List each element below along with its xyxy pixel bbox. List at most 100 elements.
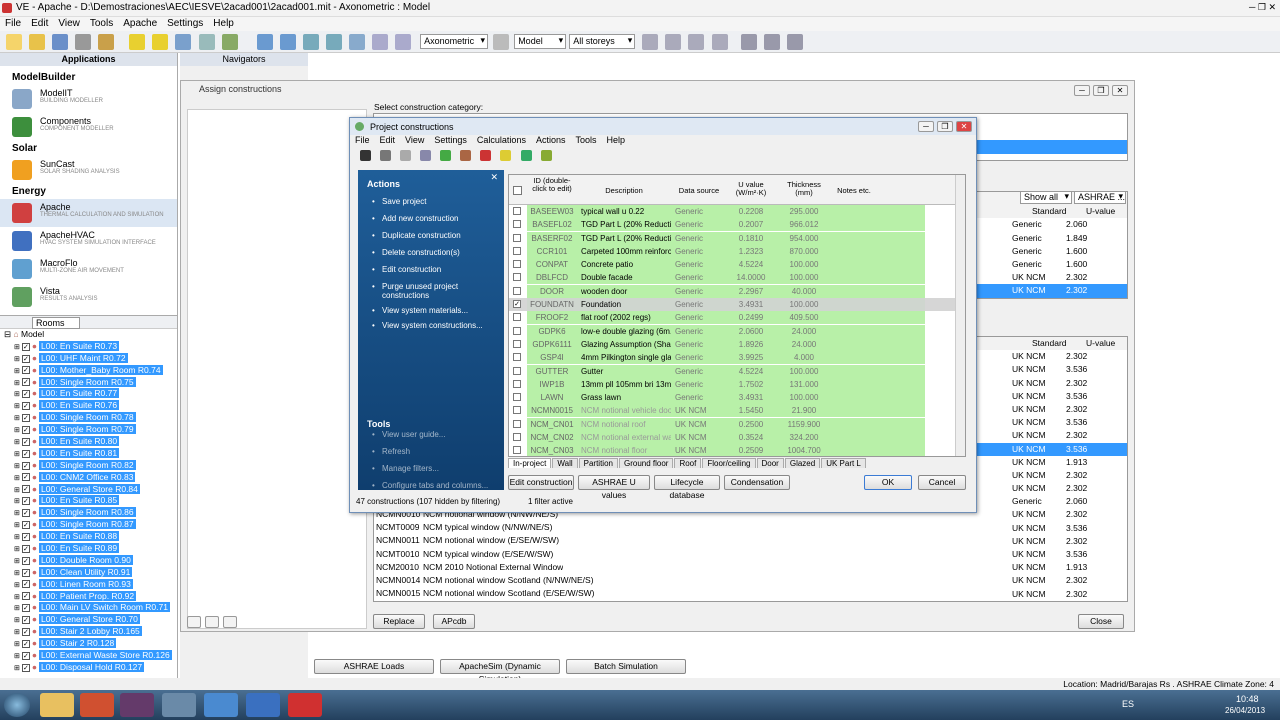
app-apache[interactable]: Apache THERMAL CALCULATION AND SIMULATION [0, 199, 177, 227]
tool-item[interactable]: View user guide... [358, 428, 504, 441]
lower-construction-row[interactable]: NCMT0010 NCM typical window (E/SE/W/SW) [376, 548, 846, 561]
expand-icon[interactable]: ⊞ [14, 665, 20, 672]
app-modelit[interactable]: ModelIT BUILDING MODELLER [0, 85, 177, 113]
tree-room[interactable]: ⊞ ✓ ● L00: En Suite R0.88 [0, 531, 177, 543]
row-checkbox[interactable] [513, 446, 521, 455]
close-panel-icon[interactable]: ✕ [490, 172, 498, 183]
tab-wall[interactable]: Wall [552, 458, 578, 468]
row-checkbox[interactable] [513, 339, 521, 348]
row-checkbox[interactable] [513, 393, 521, 402]
tree-room[interactable]: ⊞ ✓ ● L00: Patient Prop. R0.92 [0, 590, 177, 603]
cancel-button[interactable]: Cancel [918, 475, 966, 490]
view-mode-select[interactable]: Axonometric [420, 34, 489, 49]
apachesim-button[interactable]: ApacheSim (Dynamic Simulation) [440, 659, 560, 684]
open-icon[interactable] [29, 34, 46, 50]
row-checkbox[interactable] [513, 433, 521, 442]
expand-icon[interactable]: ⊞ [14, 498, 20, 505]
lower-construction-row[interactable]: NCMT0009 NCM typical window (N/NW/NE/S) [376, 521, 846, 534]
expand-icon[interactable]: ⊞ [14, 522, 20, 529]
construction-row[interactable]: DOOR wooden door Generic 2.2967 40.000 [509, 284, 965, 299]
box-icon[interactable] [493, 34, 510, 50]
room-checkbox[interactable]: ✓ [21, 437, 30, 446]
menu-edit[interactable]: Edit [26, 17, 53, 30]
tree-room[interactable]: ⊞ ✓ ● L00: Single Room R0.75 [0, 376, 177, 389]
close-icon[interactable]: ✕ [1112, 85, 1128, 96]
tool-item[interactable]: Configure tabs and columns... [358, 479, 504, 492]
lower-construction-row[interactable]: NCMN0014 NCM notional window Scotland (N/… [376, 574, 846, 587]
batch-simulation-button[interactable]: Batch Simulation [566, 659, 686, 674]
layers-icon[interactable] [221, 34, 238, 50]
row-checkbox[interactable] [513, 406, 521, 415]
row-checkbox[interactable] [513, 313, 521, 322]
edit-construction-button[interactable]: Edit construction [508, 475, 574, 490]
row-checkbox[interactable] [513, 273, 521, 282]
room-checkbox[interactable]: ✓ [21, 663, 30, 672]
tools-icon[interactable] [740, 34, 757, 50]
room-checkbox[interactable]: ✓ [21, 354, 30, 363]
database-icon[interactable] [540, 150, 552, 161]
expand-icon[interactable]: ⊞ [14, 558, 20, 565]
tree-room[interactable]: ⊞ ✓ ● L00: Single Room R0.82 [0, 459, 177, 472]
close-icon[interactable]: ✕ [956, 121, 972, 132]
component-icon[interactable] [175, 34, 192, 50]
move-icon[interactable] [711, 34, 728, 50]
minimize-icon[interactable]: ─ [918, 121, 934, 132]
tree-root[interactable]: ⊟ ⌂ Model [0, 329, 177, 341]
room-checkbox[interactable]: ✓ [21, 425, 30, 434]
tree-room[interactable]: ⊞ ✓ ● L00: En Suite R0.80 [0, 436, 177, 448]
expand-icon[interactable]: ⊞ [14, 344, 20, 351]
expand-icon[interactable]: ⊞ [14, 451, 20, 458]
lifecycle-database-button[interactable]: Lifecycle database [654, 475, 720, 500]
room-checkbox[interactable]: ✓ [21, 342, 30, 351]
construction-row[interactable]: GDPK6111 Glazing Assumption (Sha... Generi… [509, 337, 965, 352]
new-icon[interactable] [6, 34, 22, 50]
pc-menu-settings[interactable]: Settings [429, 135, 472, 145]
construction-row[interactable]: BASEFL02 TGD Part L (20% Reducti... Generi… [509, 218, 965, 232]
sun-icon[interactable] [129, 34, 146, 50]
app-icon-4[interactable] [162, 693, 196, 717]
action-item[interactable]: Save project [358, 195, 504, 208]
menu-file[interactable]: File [0, 17, 26, 30]
sun2-icon[interactable] [152, 34, 169, 50]
tab-door[interactable]: Door [756, 458, 784, 468]
construction-row[interactable]: IWP1B 13mm pll 105mm bri 13m... Generic 1.7… [509, 377, 965, 392]
construction-row[interactable]: NCMN0015 NCM notional vehicle door UK NCM 1… [509, 404, 965, 418]
expand-icon[interactable]: ⊞ [14, 510, 20, 517]
expand-icon[interactable]: ⊞ [14, 475, 20, 482]
room-checkbox[interactable]: ✓ [21, 592, 30, 601]
filter-icon[interactable] [520, 150, 532, 161]
construction-row[interactable]: ✓ FOUNDATN Foundation Generic 3.4931 100.000 [509, 298, 965, 312]
explorer-icon[interactable] [40, 693, 74, 717]
tab-in-project[interactable]: In-project [508, 458, 552, 468]
pc-menu-help[interactable]: Help [601, 135, 630, 145]
row-checkbox[interactable] [513, 286, 521, 295]
expand-icon[interactable]: ⊞ [14, 617, 20, 624]
room-checkbox[interactable]: ✓ [21, 497, 30, 506]
minimize-icon[interactable]: ─ [1074, 85, 1090, 96]
row-checkbox[interactable] [513, 246, 521, 255]
expand-icon[interactable]: ⊞ [14, 570, 20, 577]
tree-room[interactable]: ⊞ ✓ ● L00: Mother_Baby Room R0.74 [0, 364, 177, 377]
orbit-icon[interactable] [371, 34, 388, 50]
row-checkbox[interactable] [513, 353, 521, 362]
clock-time[interactable]: 10:48 [1236, 694, 1259, 704]
expand-icon[interactable]: ⊞ [14, 403, 20, 410]
maximize-icon[interactable]: ❐ [1093, 85, 1109, 96]
room-checkbox[interactable]: ✓ [21, 461, 30, 470]
tree-room[interactable]: ⊞ ✓ ● L00: Stair 2 Lobby R0.165 [0, 626, 177, 638]
action-item[interactable]: View system materials... [358, 304, 504, 317]
ok-button[interactable]: OK [864, 475, 912, 490]
layer-select[interactable]: Model [514, 34, 567, 49]
copy-icon[interactable] [688, 34, 705, 50]
tab-partition[interactable]: Partition [578, 458, 618, 468]
menu-settings[interactable]: Settings [162, 17, 208, 30]
lower-construction-row[interactable]: NCMN0011 NCM notional window (E/SE/W/SW) [376, 534, 846, 547]
up-icon[interactable] [642, 34, 659, 50]
maximize-icon[interactable]: ❐ [937, 121, 953, 132]
tab-ground-floor[interactable]: Ground floor [618, 458, 674, 468]
action-item[interactable]: Duplicate construction [358, 229, 504, 242]
table-scrollbar[interactable] [955, 175, 965, 456]
zoom-out-icon[interactable] [325, 34, 342, 50]
header-u-value[interactable]: U value (W/m²·K) [731, 181, 771, 197]
tree-room[interactable]: ⊞ ✓ ● L00: Double Room 0.90 [0, 554, 177, 567]
